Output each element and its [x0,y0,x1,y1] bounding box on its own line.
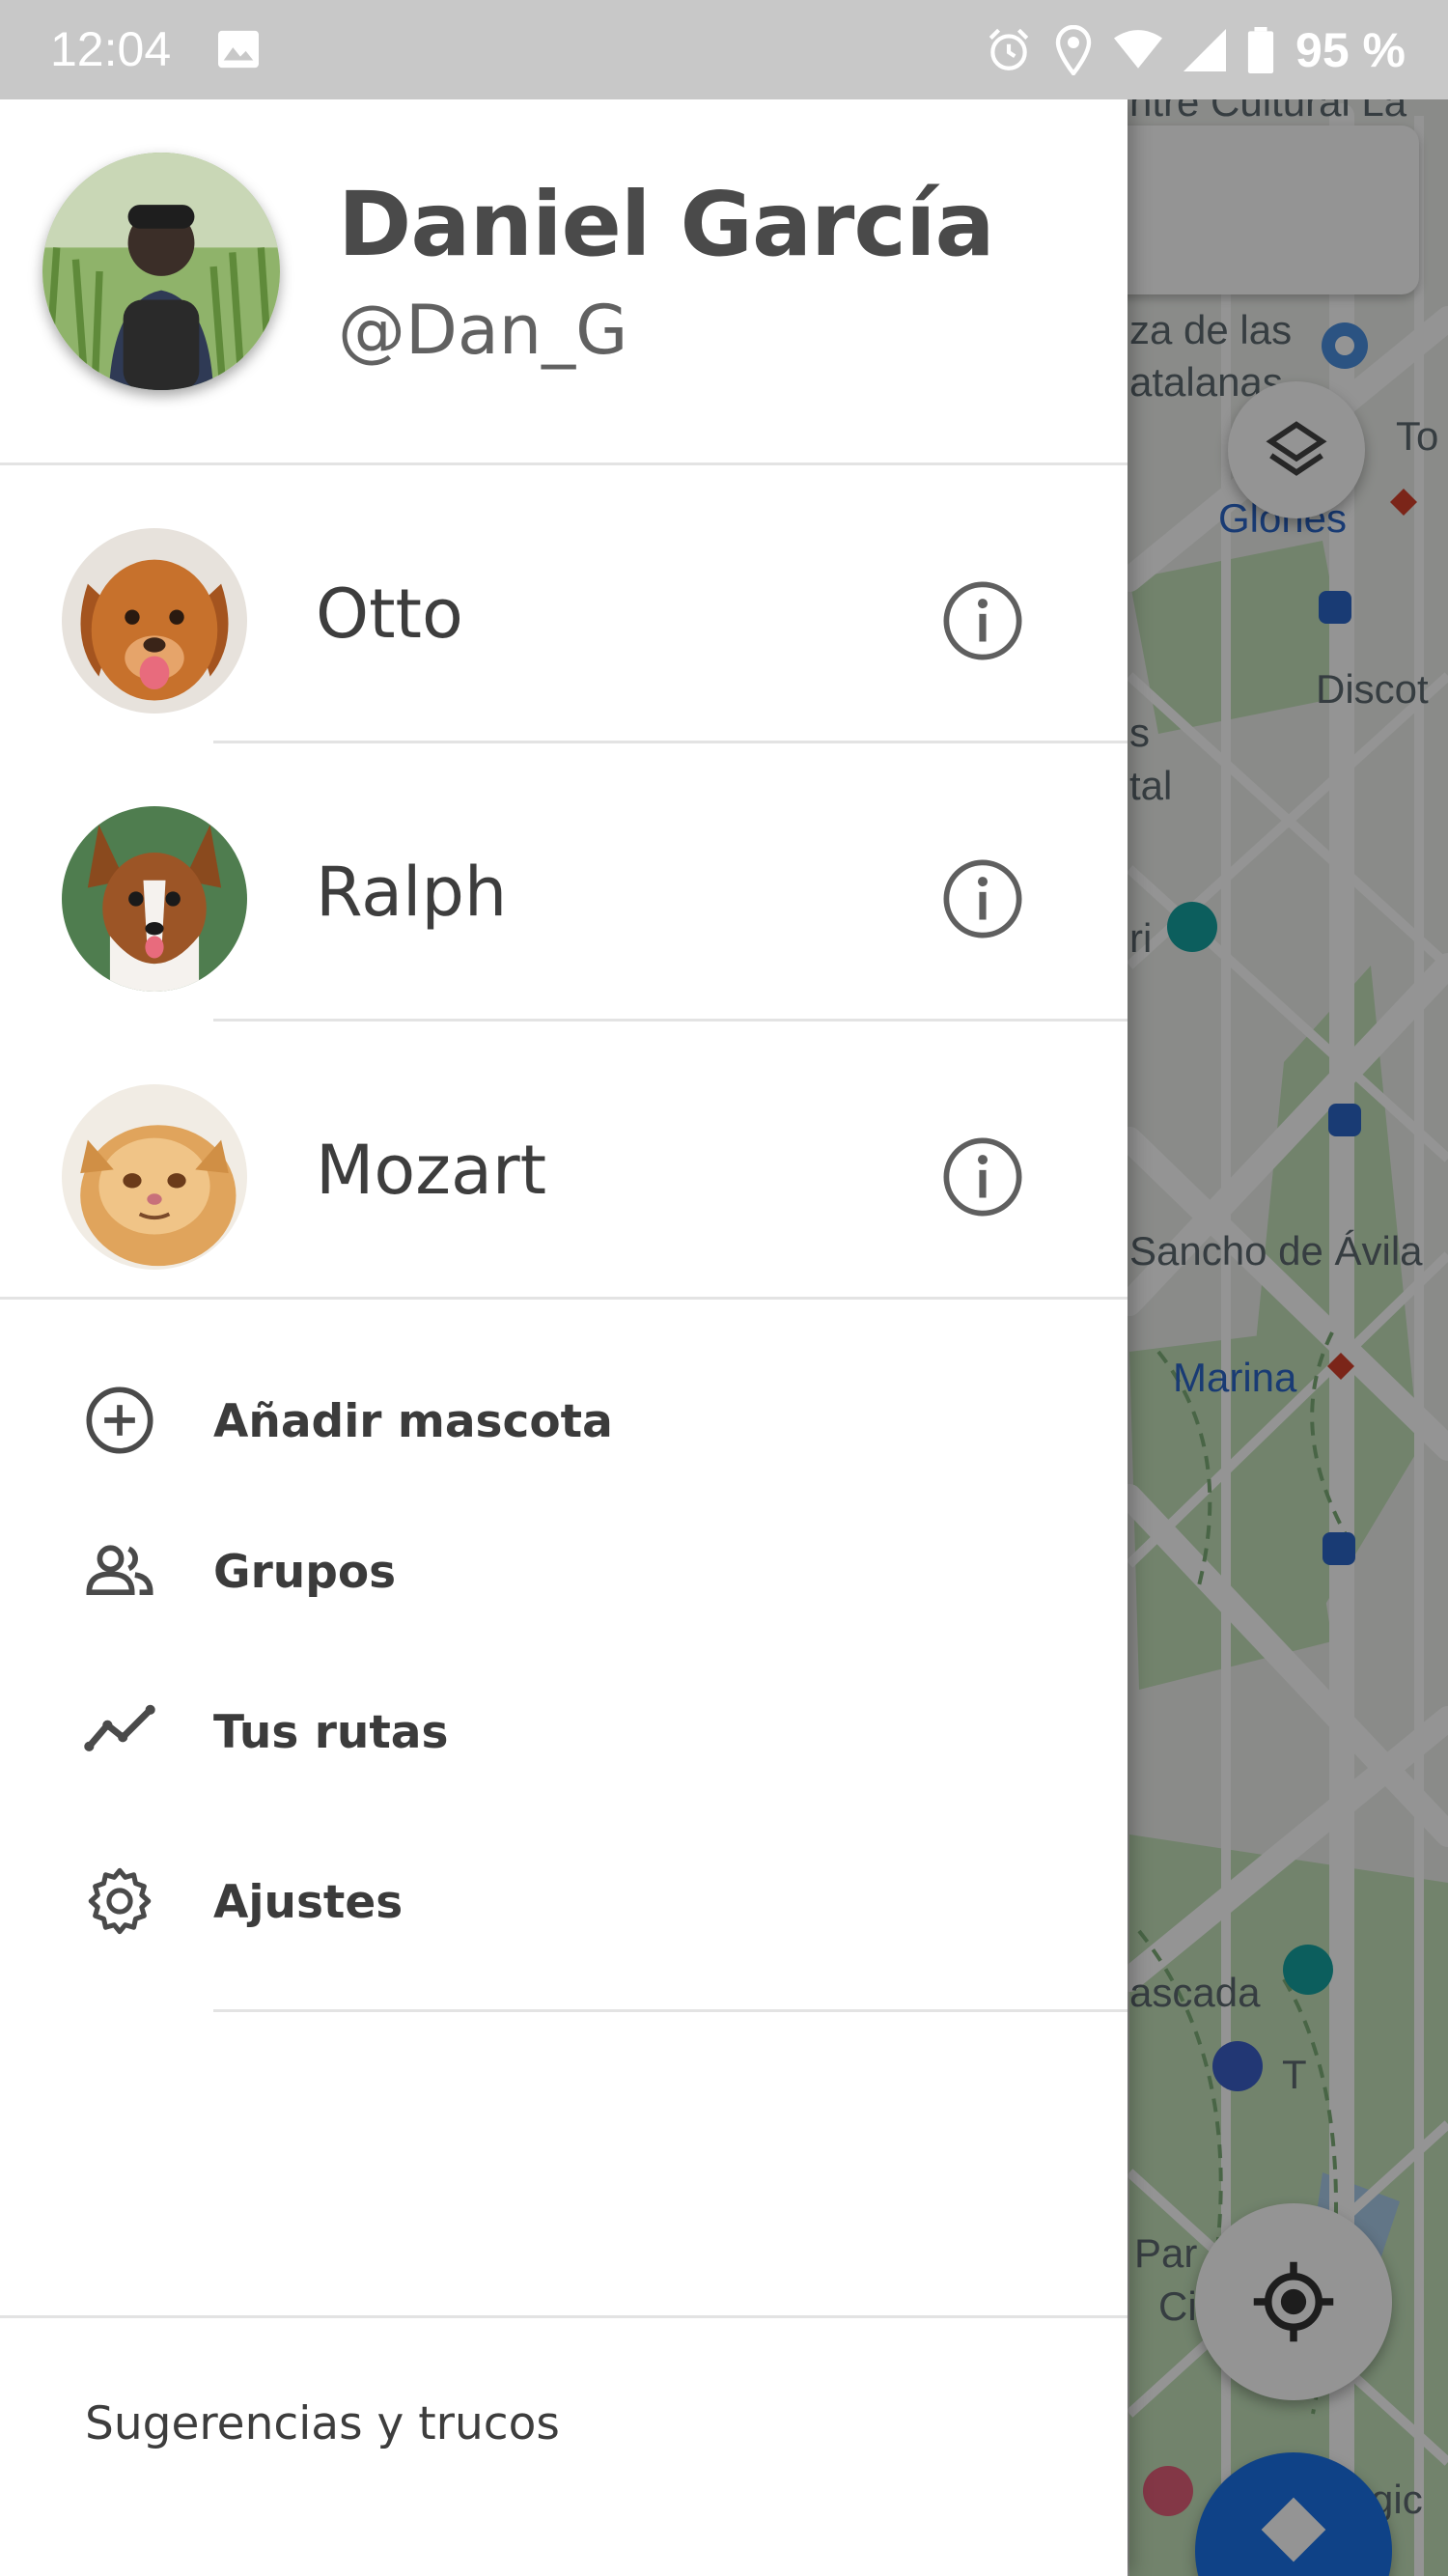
profile-header[interactable]: Daniel García @Dan_G [0,99,1128,462]
battery-icon [1247,27,1274,73]
pet-avatar [62,528,247,714]
location-icon [1055,25,1092,75]
cat-photo-icon [62,1084,247,1270]
divider [0,2315,1128,2318]
menu-item-label: Tus rutas [213,1706,449,1759]
dog-photo-icon [62,528,247,714]
wifi-icon [1114,30,1163,69]
signal-icon [1183,29,1227,71]
profile-name: Daniel García [338,173,995,276]
menu-item-label: Añadir mascota [213,1395,613,1448]
add-circle-icon [86,1386,153,1454]
alarm-icon [989,28,1029,70]
image-icon [218,30,259,69]
info-icon[interactable] [941,857,1024,940]
pet-avatar [62,1084,247,1270]
divider [213,741,1128,743]
divider [0,1297,1128,1300]
pet-name: Ralph [316,853,508,932]
menu-item-label: Grupos [213,1546,397,1599]
avatar[interactable] [42,153,280,390]
divider [213,2009,1128,2012]
status-time: 12:04 [50,22,172,76]
navigation-drawer: Daniel García @Dan_G Otto Ralph Mozart A… [0,99,1128,2576]
add-pet-menu-item[interactable]: Añadir mascota [0,1345,1128,1480]
gear-icon [88,1867,152,1935]
routes-menu-item[interactable]: Tus rutas [0,1656,1128,1791]
battery-percent: 95 % [1295,23,1406,77]
pet-avatar [62,806,247,992]
settings-menu-item[interactable]: Ajustes [0,1826,1128,1961]
info-icon[interactable] [941,1135,1024,1218]
groups-menu-item[interactable]: Grupos [0,1496,1128,1631]
people-icon [86,1545,153,1596]
user-avatar-icon [42,153,280,390]
pet-name: Otto [316,574,463,654]
divider [0,462,1128,465]
status-bar: 12:04 95 % [0,0,1448,99]
pet-name: Mozart [316,1131,547,1210]
pet-list-item[interactable]: Ralph [0,756,1128,1034]
tips-link[interactable]: Sugerencias y trucos [85,2397,560,2450]
pet-list-item[interactable]: Otto [0,478,1128,756]
menu-item-label: Ajustes [213,1876,404,1929]
route-icon [84,1704,155,1751]
pet-list-item[interactable]: Mozart [0,1034,1128,1312]
info-icon[interactable] [941,579,1024,662]
profile-handle: @Dan_G [338,291,628,370]
dog-photo-icon [62,806,247,992]
divider [213,1019,1128,1022]
